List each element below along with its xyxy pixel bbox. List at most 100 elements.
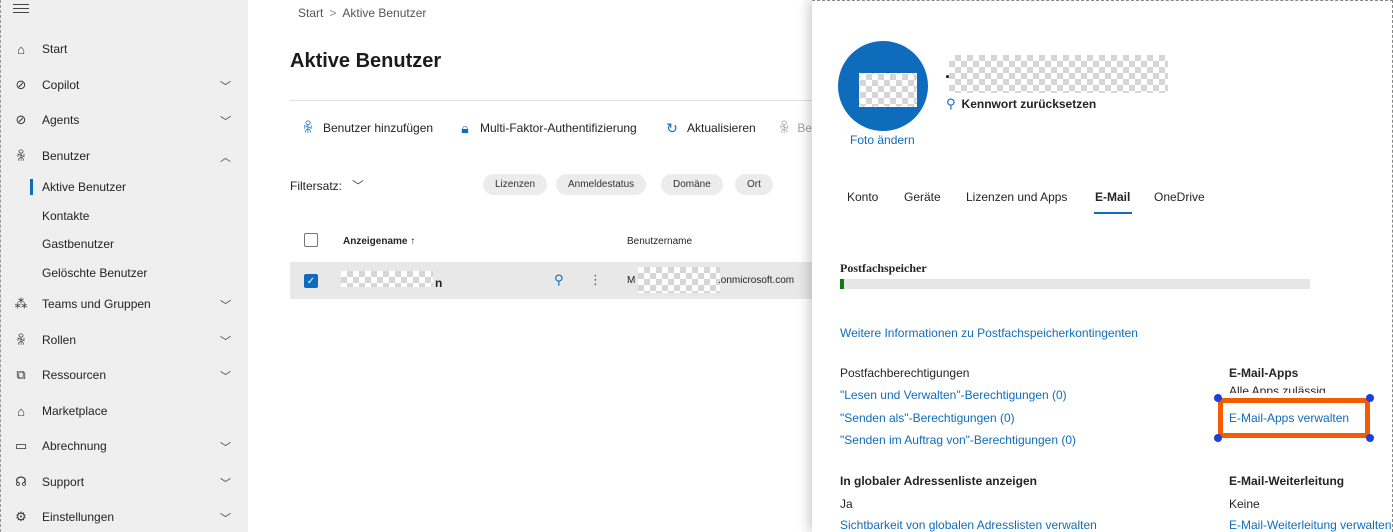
nav-rollen[interactable]: ꆜ Rollen ﹀ [1,323,249,357]
nav-teams-und-gruppen[interactable]: ⁂ Teams und Gruppen ﹀ [1,287,249,321]
display-name-suffix: n [435,276,443,290]
nav-einstellungen[interactable]: ⚙ Einstellungen ﹀ [1,500,249,532]
mailbox-permissions-title: Postfachberechtigungen [840,366,970,380]
chevron-down-icon[interactable]: ﹀ [220,475,234,490]
nav-agents[interactable]: ⊘ Agents ﹀ [1,103,249,137]
gal-visibility-link[interactable]: Sichtbarkeit von globalen Adresslisten v… [840,518,1097,532]
nav-label: Agents [42,113,80,127]
active-tab-indicator [1094,212,1132,214]
agents-icon: ⊘ [15,112,27,127]
breadcrumb-start[interactable]: Start [298,6,323,20]
gal-value: Ja [840,497,853,511]
chevron-down-icon[interactable]: ﹀ [220,510,234,525]
copilot-icon: ⊘ [15,77,27,92]
resize-handle[interactable] [1214,394,1222,402]
send-on-behalf-permissions-link[interactable]: "Senden im Auftrag von"-Berechtigungen (… [840,433,1076,447]
command-label: Benutzer hinzufügen [323,121,434,135]
chip-ort[interactable]: Ort [735,174,773,195]
chip-anmeldestatus[interactable]: Anmeldestatus [556,174,647,195]
chevron-down-icon[interactable]: ﹀ [220,439,234,454]
person-icon: ꆜ [15,148,27,164]
mailbox-storage-bar [840,279,1310,289]
nav-copilot[interactable]: ⊘ Copilot ﹀ [1,68,249,102]
sidebar-item-gastbenutzer[interactable]: Gastbenutzer [42,237,114,251]
chevron-down-icon[interactable]: ﹀ [220,368,234,383]
tab-konto[interactable]: Konto [847,190,878,204]
gal-title: In globaler Adressenliste anzeigen [840,474,1037,488]
tab-onedrive[interactable]: OneDrive [1154,190,1205,204]
chevron-down-icon[interactable]: ﹀ [220,333,234,348]
sidebar-item-geloeschte-benutzer[interactable]: Gelöschte Benutzer [42,266,147,280]
redacted-user-name [949,55,1168,93]
username-prefix: M [627,275,636,286]
billing-icon: ▭ [14,438,28,453]
send-as-permissions-link[interactable]: "Senden als"-Berechtigungen (0) [840,411,1015,425]
redacted-display-name [341,271,433,287]
forwarding-link-wrapper: E-Mail-Weiterleitung verwalten [1229,518,1393,532]
chip-domaene[interactable]: Domäne [661,174,723,195]
username-suffix: .onmicrosoft.com [718,275,795,286]
hamburger-menu-icon[interactable] [13,4,29,14]
redacted-avatar-initials [859,73,917,107]
reset-key-icon[interactable]: ⚲ [554,272,564,288]
filterset-dropdown[interactable]: Filtersatz: ﹀ [290,177,364,194]
breadcrumb: Start > Aktive Benutzer [298,6,426,20]
reset-password-button[interactable]: ⚲ Kennwort zurücksetzen [946,96,1096,112]
chevron-down-icon[interactable]: ﹀ [220,297,234,312]
filterset-label: Filtersatz: [290,179,343,193]
nav-label: Marketplace [42,404,108,418]
storage-info-link[interactable]: Weitere Informationen zu Postfachspeiche… [840,326,1138,340]
nav-start[interactable]: ⌂ Start [1,32,249,66]
refresh-icon: ↻ [666,119,678,136]
chevron-up-icon[interactable]: ︿ [220,149,234,164]
active-indicator [30,179,33,195]
support-icon: ☊ [15,474,27,489]
refresh-button[interactable]: ↻ Aktualisieren [664,120,756,136]
nav-label: Copilot [42,78,80,92]
sidebar-item-aktive-benutzer[interactable]: Aktive Benutzer [42,180,126,194]
tab-email[interactable]: E-Mail [1095,190,1130,204]
nav-abrechnung[interactable]: ▭ Abrechnung ﹀ [1,429,249,463]
sidebar-item-kontakte[interactable]: Kontakte [42,209,89,223]
truncated-command-button[interactable]: ꆜ Be [778,120,812,136]
column-header-anzeigename[interactable]: Anzeigename ↑ [343,236,415,247]
resize-handle[interactable] [1366,394,1374,402]
breadcrumb-separator: > [329,6,337,20]
nav-label: Einstellungen [42,510,115,524]
manage-forwarding-link[interactable]: E-Mail-Weiterleitung verwalten [1229,518,1392,532]
key-icon: ⚲ [946,96,956,111]
reset-password-label: Kennwort zurücksetzen [961,97,1097,111]
change-photo-link[interactable]: Foto ändern [850,133,915,147]
nav-benutzer[interactable]: ꆜ Benutzer ︿ [1,139,249,173]
chevron-down-icon[interactable]: ﹀ [220,113,234,128]
forwarding-value: Keine [1229,497,1260,511]
resize-handle[interactable] [1366,434,1374,442]
tab-lizenzen-und-apps[interactable]: Lizenzen und Apps [966,190,1067,204]
nav-label: Abrechnung [42,439,107,453]
nav-label: Start [42,42,68,56]
nav-marketplace[interactable]: ⌂ Marketplace [1,394,249,428]
read-manage-permissions-link[interactable]: "Lesen und Verwalten"-Berechtigungen (0) [840,388,1067,402]
row-checkbox[interactable]: ✓ [304,274,318,288]
command-label: Aktualisieren [687,121,756,135]
select-all-checkbox[interactable] [304,233,318,247]
settings-icon: ⚙ [15,509,27,524]
command-label: Be [797,121,812,135]
column-header-benutzername[interactable]: Benutzername [627,236,692,247]
chevron-down-icon[interactable]: ﹀ [220,78,234,93]
email-apps-status: Alle Apps zulässig [1229,385,1326,393]
tab-geraete[interactable]: Geräte [904,190,941,204]
mfa-button[interactable]: 🔒︎ Multi-Faktor-Authentifizierung [457,120,637,136]
command-label: Multi-Faktor-Authentifizierung [480,121,637,135]
divider [290,100,812,101]
add-user-button[interactable]: ꆜ Benutzer hinzufügen [300,120,434,136]
more-options-icon[interactable]: ⋮ [589,272,602,288]
nav-support[interactable]: ☊ Support ﹀ [1,465,249,499]
breadcrumb-current: Aktive Benutzer [342,6,427,20]
chip-lizenzen[interactable]: Lizenzen [483,174,548,195]
person-remove-icon: ꆜ [778,120,790,136]
page-title: Aktive Benutzer [290,50,442,72]
resize-handle[interactable] [1214,434,1222,442]
nav-ressourcen[interactable]: ⧉ Ressourcen ﹀ [1,358,249,392]
marketplace-icon: ⌂ [17,403,25,419]
